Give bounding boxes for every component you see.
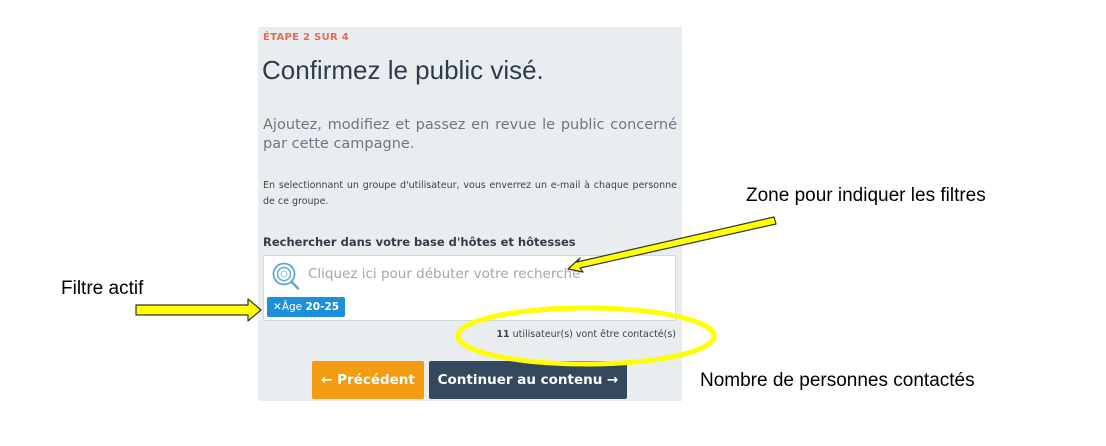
- filters-zone-arrow: [567, 216, 777, 273]
- count-highlight-ellipse: [455, 305, 717, 367]
- annotation-people-count: Nombre de personnes contactés: [700, 370, 975, 391]
- annotation-filters-zone: Zone pour indiquer les filtres: [746, 185, 986, 206]
- annotation-active-filter: Filtre actif: [61, 278, 144, 299]
- active-filter-arrow: [135, 298, 262, 322]
